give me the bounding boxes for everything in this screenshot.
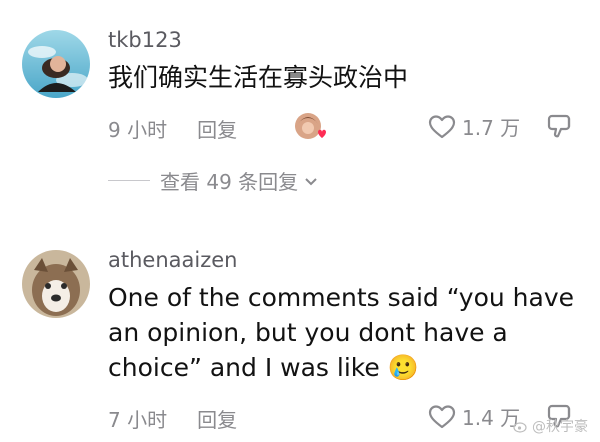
comment-username[interactable]: tkb123 <box>108 28 182 52</box>
comment-text: One of the comments said “you have an op… <box>108 280 588 385</box>
creator-liked-badge <box>294 112 326 142</box>
avatar[interactable] <box>22 250 90 318</box>
heart-outline-icon <box>428 404 456 428</box>
heart-icon <box>318 129 326 138</box>
divider <box>108 180 150 181</box>
comment-time: 7 小时 <box>108 408 168 432</box>
comment-text: 我们确实生活在寡头政治中 <box>108 63 409 92</box>
comment-item: athenaaizen One of the comments said “yo… <box>0 220 600 442</box>
comment-time: 9 小时 <box>108 118 168 142</box>
like-button[interactable]: 1.7 万 <box>428 112 520 141</box>
comment-meta: 9 小时 回复 <box>108 114 237 143</box>
comment-text-body: One of the comments said “you have an op… <box>108 283 575 382</box>
chevron-down-icon <box>305 177 317 185</box>
view-replies-button[interactable]: 查看 49 条回复 <box>108 166 320 195</box>
like-count: 1.4 万 <box>462 406 521 430</box>
reply-button[interactable]: 回复 <box>197 114 237 143</box>
comment-meta: 7 小时 回复 <box>108 404 237 433</box>
like-button[interactable]: 1.4 万 <box>428 402 520 431</box>
reply-button[interactable]: 回复 <box>197 404 237 433</box>
dislike-button[interactable] <box>546 112 576 144</box>
view-replies-label: 查看 49 条回复 <box>160 170 299 194</box>
weibo-icon <box>513 422 527 433</box>
thumbs-down-icon <box>547 114 571 138</box>
heart-outline-icon <box>428 114 456 138</box>
watermark-text: @秋宇豪 <box>532 419 588 435</box>
comment-item: tkb123 我们确实生活在寡头政治中 9 小时 回复 1.7 万 查看 49 … <box>0 0 600 200</box>
comment-username[interactable]: athenaaizen <box>108 248 237 272</box>
avatar[interactable] <box>22 30 90 98</box>
watermark: @秋宇豪 <box>513 416 588 436</box>
emoji: 🥲 <box>387 353 419 382</box>
like-count: 1.7 万 <box>462 116 521 140</box>
